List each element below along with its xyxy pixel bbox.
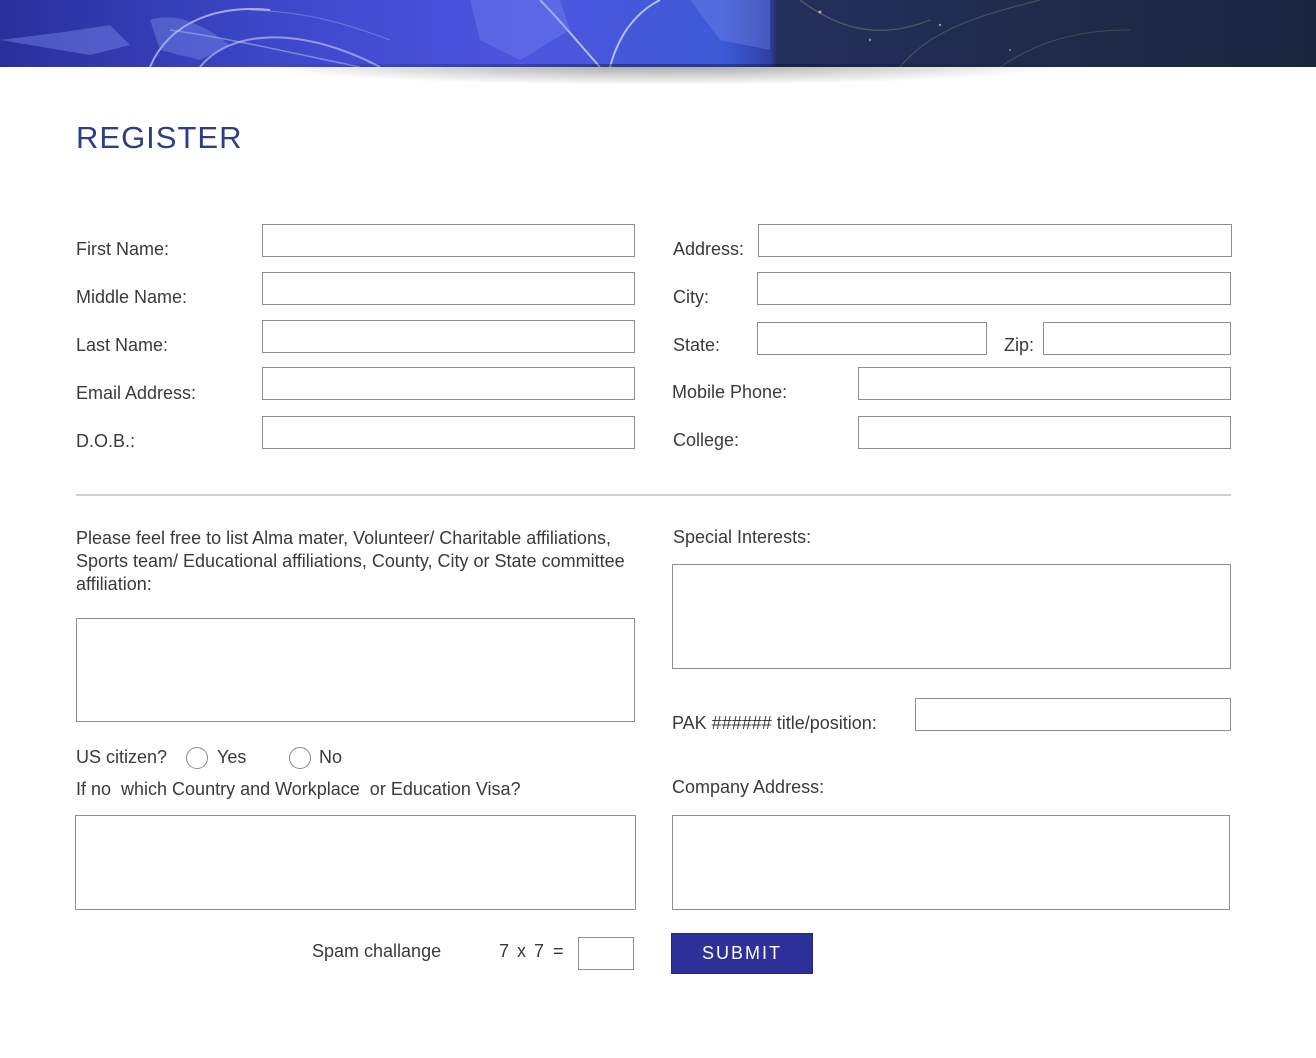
mobile-phone-label: Mobile Phone: xyxy=(672,382,788,402)
special-interests-label: Special Interests: xyxy=(673,527,812,547)
college-input[interactable] xyxy=(858,416,1231,449)
citizen-yes-radio[interactable] xyxy=(186,747,208,769)
college-label: College: xyxy=(673,430,740,450)
pak-title-label: PAK ###### title/position: xyxy=(672,713,877,733)
citizen-yes-label: Yes xyxy=(217,747,247,767)
header-banner xyxy=(0,0,1316,67)
citizen-no-label: No xyxy=(319,747,343,767)
visa-question-label: If no which Country and Workplace or Edu… xyxy=(76,779,521,799)
city-input[interactable] xyxy=(757,272,1231,305)
banner-shadow xyxy=(150,64,1170,112)
spam-operand-a: 7 xyxy=(499,941,510,961)
pak-title-input[interactable] xyxy=(915,698,1231,731)
world-map-graphic xyxy=(0,0,1131,67)
last-name-input[interactable] xyxy=(262,320,635,353)
address-label: Address: xyxy=(673,239,745,259)
address-input[interactable] xyxy=(758,224,1232,257)
page-title: REGISTER xyxy=(76,120,243,155)
spam-challenge-label: Spam challange xyxy=(312,941,442,961)
zip-input[interactable] xyxy=(1043,322,1231,355)
affiliations-label: Please feel free to list Alma mater, Vol… xyxy=(76,528,625,594)
zip-label: Zip: xyxy=(1004,335,1035,355)
special-interests-textarea[interactable] xyxy=(672,564,1231,669)
spam-answer-input[interactable] xyxy=(578,937,634,970)
first-name-label: First Name: xyxy=(76,239,170,259)
email-label: Email Address: xyxy=(76,383,197,403)
spam-operand-b: 7 xyxy=(534,941,545,961)
middle-name-label: Middle Name: xyxy=(76,287,188,307)
visa-textarea[interactable] xyxy=(75,815,636,910)
affiliations-textarea[interactable] xyxy=(76,618,635,722)
section-divider xyxy=(76,494,1231,496)
spam-operator: x xyxy=(517,941,526,961)
dob-label: D.O.B.: xyxy=(76,431,136,451)
state-label: State: xyxy=(673,335,721,355)
mobile-phone-input[interactable] xyxy=(858,367,1231,400)
middle-name-input[interactable] xyxy=(262,272,635,305)
last-name-label: Last Name: xyxy=(76,335,169,355)
state-input[interactable] xyxy=(757,322,987,355)
first-name-input[interactable] xyxy=(262,224,635,257)
city-label: City: xyxy=(673,287,709,307)
company-address-textarea[interactable] xyxy=(672,815,1230,910)
email-input[interactable] xyxy=(262,367,635,400)
citizen-no-radio[interactable] xyxy=(289,747,311,769)
dob-input[interactable] xyxy=(262,416,635,449)
company-address-label: Company Address: xyxy=(672,777,825,797)
us-citizen-label: US citizen? xyxy=(76,747,168,767)
spam-equals: = xyxy=(553,941,564,961)
submit-button[interactable]: SUBMIT xyxy=(671,933,813,974)
